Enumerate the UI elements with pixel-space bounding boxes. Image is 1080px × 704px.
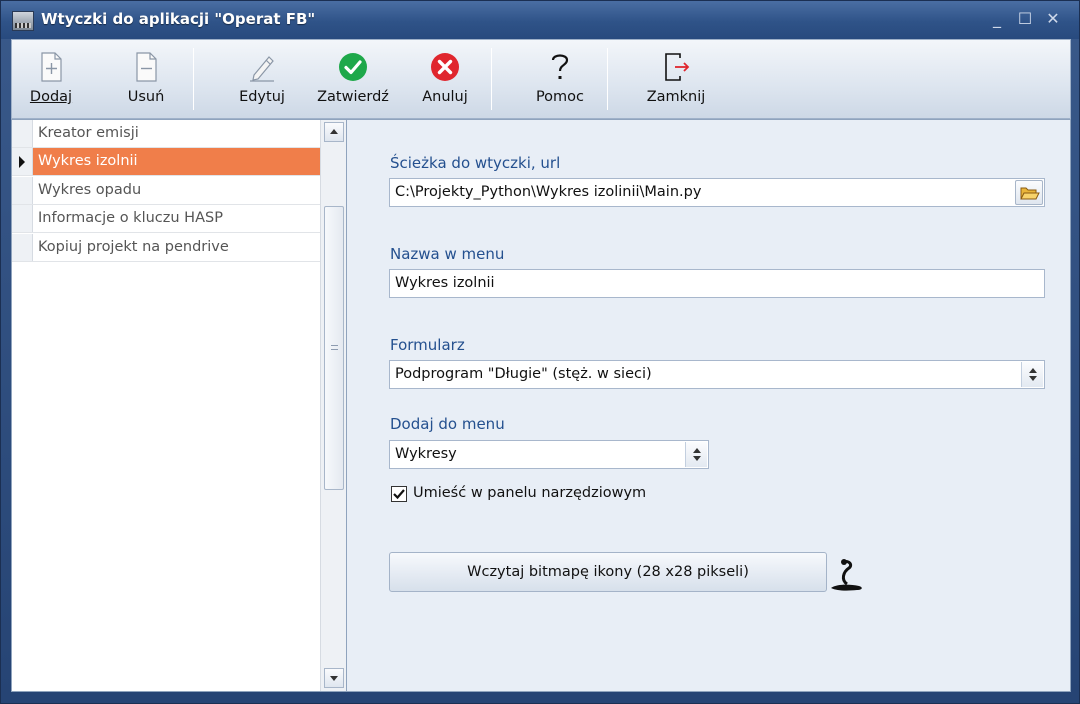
toolbar: Dodaj Usuń Edytuj Zatwierdź Anuluj Pomoc… bbox=[11, 39, 1071, 119]
open-folder-icon bbox=[1020, 187, 1040, 200]
confirm-button-label: Zatwierdź bbox=[317, 89, 389, 105]
list-item-label: Kopiuj projekt na pendrive bbox=[38, 239, 229, 255]
checkmark-icon bbox=[393, 489, 405, 500]
cancel-x-icon bbox=[428, 50, 462, 84]
scroll-thumb[interactable] bbox=[324, 206, 344, 490]
list-scrollbar[interactable] bbox=[320, 120, 346, 691]
form-type-select[interactable]: Podprogram "Długie" (stęż. w sieci) bbox=[389, 360, 1045, 389]
add-button[interactable]: Dodaj bbox=[18, 40, 84, 120]
toolbar-separator bbox=[491, 48, 492, 110]
toolbar-separator bbox=[607, 48, 608, 110]
form-type-label: Formularz bbox=[390, 336, 465, 354]
form-type-value: Podprogram "Długie" (stęż. w sieci) bbox=[395, 366, 652, 382]
edit-button[interactable]: Edytuj bbox=[228, 40, 296, 120]
confirm-button[interactable]: Zatwierdź bbox=[308, 40, 398, 120]
menu-name-input[interactable]: Wykres izolnii bbox=[389, 269, 1045, 298]
list-item-label: Kreator emisji bbox=[38, 125, 139, 141]
exit-door-icon bbox=[659, 50, 693, 84]
add-to-menu-value: Wykresy bbox=[395, 446, 457, 462]
plugin-preview-icon bbox=[827, 554, 867, 594]
list-item[interactable]: Wykres opadu bbox=[12, 177, 320, 205]
plugin-list: Kreator emisji Wykres izolnii Wykres opa… bbox=[11, 119, 347, 692]
load-icon-button[interactable]: Wczytaj bitmapę ikony (28 x28 pikseli) bbox=[389, 552, 827, 592]
remove-button[interactable]: Usuń bbox=[110, 40, 182, 120]
list-item[interactable]: Kreator emisji bbox=[12, 120, 320, 148]
menu-name-label: Nazwa w menu bbox=[390, 245, 505, 263]
remove-button-label: Usuń bbox=[127, 89, 165, 105]
list-item[interactable]: Informacje o kluczu HASP bbox=[12, 205, 320, 233]
edit-button-label: Edytuj bbox=[239, 89, 285, 105]
cancel-button-label: Anuluj bbox=[422, 89, 468, 105]
scroll-up-button[interactable] bbox=[324, 122, 344, 142]
arrow-up-icon bbox=[330, 129, 338, 134]
row-pointer-icon bbox=[19, 156, 25, 168]
arrow-down-icon bbox=[330, 676, 338, 681]
close-button-label: Zamknij bbox=[646, 89, 706, 105]
app-icon bbox=[12, 11, 34, 31]
cancel-button[interactable]: Anuluj bbox=[410, 40, 480, 120]
list-item[interactable]: Kopiuj projekt na pendrive bbox=[12, 234, 320, 262]
grip-icon bbox=[331, 345, 338, 350]
list-item-label: Informacje o kluczu HASP bbox=[38, 210, 223, 226]
question-mark-icon bbox=[543, 50, 577, 84]
spinner-arrows-icon[interactable] bbox=[1021, 362, 1043, 387]
remove-document-icon bbox=[129, 50, 163, 84]
plugins-window: Wtyczki do aplikacji "Operat FB" _ ☐ ✕ D… bbox=[0, 0, 1080, 704]
browse-button[interactable] bbox=[1015, 180, 1043, 205]
path-input[interactable]: C:\Projekty_Python\Wykres izolinii\Main.… bbox=[389, 178, 1045, 207]
add-document-icon bbox=[34, 50, 68, 84]
toolbar-checkbox-label[interactable]: Umieść w panelu narzędziowym bbox=[413, 485, 646, 501]
list-item-selected[interactable]: Wykres izolnii bbox=[12, 148, 320, 176]
list-item-label: Wykres izolnii bbox=[38, 153, 138, 169]
path-value: C:\Projekty_Python\Wykres izolinii\Main.… bbox=[395, 184, 702, 200]
path-label: Ścieżka do wtyczki, url bbox=[390, 154, 561, 172]
menu-name-value: Wykres izolnii bbox=[395, 275, 495, 291]
help-button-label: Pomoc bbox=[535, 89, 585, 105]
help-button[interactable]: Pomoc bbox=[525, 40, 595, 120]
title-bar[interactable]: Wtyczki do aplikacji "Operat FB" _ ☐ ✕ bbox=[1, 1, 1079, 39]
list-item-label: Wykres opadu bbox=[38, 182, 142, 198]
add-to-menu-label: Dodaj do menu bbox=[390, 415, 505, 433]
spinner-arrows-icon[interactable] bbox=[685, 442, 707, 467]
close-button[interactable]: Zamknij bbox=[637, 40, 715, 120]
scroll-down-button[interactable] bbox=[324, 668, 344, 688]
toolbar-checkbox[interactable] bbox=[391, 486, 407, 502]
add-button-label: Dodaj bbox=[29, 89, 73, 105]
maximize-button[interactable]: ☐ bbox=[1015, 9, 1035, 29]
close-window-button[interactable]: ✕ bbox=[1043, 9, 1063, 29]
minimize-button[interactable]: _ bbox=[987, 9, 1007, 29]
toolbar-separator bbox=[193, 48, 194, 110]
window-title: Wtyczki do aplikacji "Operat FB" bbox=[41, 10, 316, 28]
checkmark-icon bbox=[336, 50, 370, 84]
add-to-menu-select[interactable]: Wykresy bbox=[389, 440, 709, 469]
pencil-icon bbox=[245, 50, 279, 84]
